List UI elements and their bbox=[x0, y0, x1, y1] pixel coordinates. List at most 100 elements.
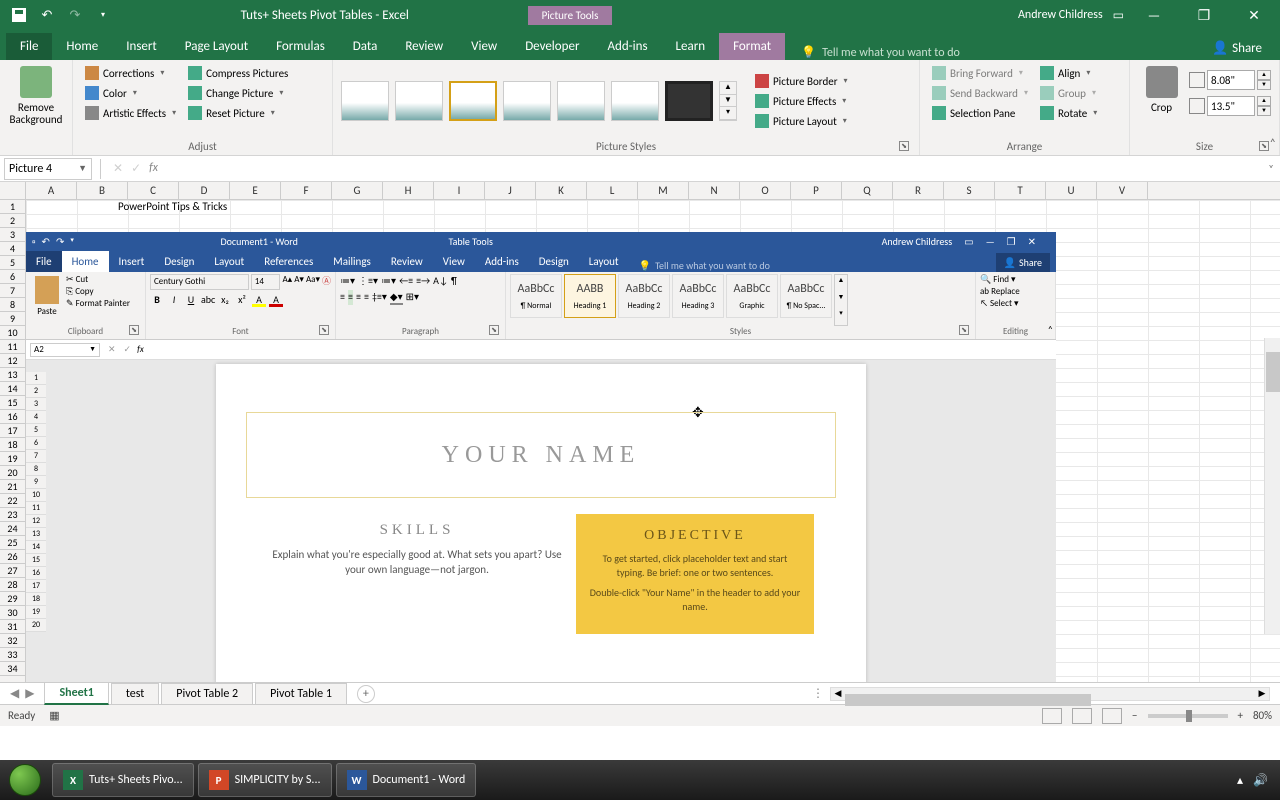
hscroll-right[interactable]: ▶ bbox=[1255, 688, 1269, 699]
sheet-tab-2[interactable]: test bbox=[111, 683, 159, 704]
col-header-N[interactable]: N bbox=[689, 182, 740, 199]
taskbar-item-powerpoint[interactable]: P SIMPLICITY by S... bbox=[198, 763, 332, 797]
tray-expand-icon[interactable]: ▴ bbox=[1237, 773, 1243, 788]
page-layout-view-button[interactable] bbox=[1072, 708, 1092, 724]
qat-customize[interactable]: ▾ bbox=[92, 4, 114, 26]
row-header-27[interactable]: 27 bbox=[0, 564, 25, 578]
save-button[interactable] bbox=[8, 4, 30, 26]
sheet-nav-prev[interactable]: ◀ bbox=[10, 686, 19, 701]
minimize-button[interactable]: — bbox=[1134, 0, 1174, 30]
sheet-tab-1[interactable]: Sheet1 bbox=[44, 682, 108, 705]
volume-icon[interactable]: 🔊 bbox=[1253, 773, 1268, 788]
undo-button[interactable]: ↶ bbox=[36, 4, 58, 26]
tab-insert[interactable]: Insert bbox=[112, 33, 171, 60]
height-input[interactable] bbox=[1207, 70, 1255, 90]
row-header-29[interactable]: 29 bbox=[0, 592, 25, 606]
style-preset-5[interactable] bbox=[557, 81, 605, 121]
col-header-M[interactable]: M bbox=[638, 182, 689, 199]
col-header-L[interactable]: L bbox=[587, 182, 638, 199]
style-preset-2[interactable] bbox=[395, 81, 443, 121]
row-header-30[interactable]: 30 bbox=[0, 606, 25, 620]
tab-review[interactable]: Review bbox=[391, 33, 457, 60]
row-header-7[interactable]: 7 bbox=[0, 284, 25, 298]
col-header-J[interactable]: J bbox=[485, 182, 536, 199]
col-header-G[interactable]: G bbox=[332, 182, 383, 199]
fx-button[interactable]: fx bbox=[149, 161, 158, 176]
size-launcher[interactable]: ⬊ bbox=[1259, 141, 1269, 151]
col-header-T[interactable]: T bbox=[995, 182, 1046, 199]
zoom-out-button[interactable]: − bbox=[1132, 709, 1137, 722]
tab-addins[interactable]: Add-ins bbox=[593, 33, 661, 60]
hscroll-left[interactable]: ◀ bbox=[831, 688, 845, 699]
col-header-I[interactable]: I bbox=[434, 182, 485, 199]
row-header-31[interactable]: 31 bbox=[0, 620, 25, 634]
tab-format[interactable]: Format bbox=[719, 33, 785, 60]
col-header-S[interactable]: S bbox=[944, 182, 995, 199]
style-preset-6[interactable] bbox=[611, 81, 659, 121]
gallery-down[interactable]: ▼ bbox=[720, 95, 736, 108]
tab-formulas[interactable]: Formulas bbox=[262, 33, 339, 60]
height-up[interactable]: ▲ bbox=[1257, 70, 1271, 80]
row-header-12[interactable]: 12 bbox=[0, 354, 25, 368]
style-preset-7[interactable] bbox=[665, 81, 713, 121]
name-box-dropdown-icon[interactable]: ▼ bbox=[78, 163, 87, 174]
sheet-nav-next[interactable]: ▶ bbox=[25, 686, 34, 701]
artistic-effects-button[interactable]: Artistic Effects bbox=[81, 104, 180, 122]
col-header-F[interactable]: F bbox=[281, 182, 332, 199]
restore-button[interactable]: ❐ bbox=[1184, 0, 1224, 30]
row-header-25[interactable]: 25 bbox=[0, 536, 25, 550]
width-up[interactable]: ▲ bbox=[1257, 96, 1271, 106]
row-header-6[interactable]: 6 bbox=[0, 270, 25, 284]
style-preset-4[interactable] bbox=[503, 81, 551, 121]
group-button[interactable]: Group bbox=[1036, 84, 1101, 102]
enter-formula-button[interactable]: ✓ bbox=[131, 161, 141, 176]
col-header-E[interactable]: E bbox=[230, 182, 281, 199]
account-icon[interactable]: ▭ bbox=[1113, 8, 1124, 23]
cancel-formula-button[interactable]: ✕ bbox=[113, 161, 123, 176]
tab-page-layout[interactable]: Page Layout bbox=[171, 33, 262, 60]
crop-button[interactable]: Crop bbox=[1138, 64, 1185, 114]
style-preset-1[interactable] bbox=[341, 81, 389, 121]
redo-button[interactable]: ↷ bbox=[64, 4, 86, 26]
styles-launcher[interactable]: ⬊ bbox=[899, 141, 909, 151]
row-header-16[interactable]: 16 bbox=[0, 410, 25, 424]
row-header-22[interactable]: 22 bbox=[0, 494, 25, 508]
tell-me-search[interactable]: 💡 Tell me what you want to do bbox=[785, 45, 1202, 60]
add-sheet-button[interactable]: + bbox=[357, 685, 375, 703]
row-header-21[interactable]: 21 bbox=[0, 480, 25, 494]
tab-data[interactable]: Data bbox=[339, 33, 392, 60]
share-button[interactable]: 👤 Share bbox=[1202, 37, 1272, 60]
remove-background-button[interactable]: Remove Background bbox=[8, 64, 64, 126]
select-all-corner[interactable] bbox=[0, 182, 26, 199]
cells-area[interactable]: PowerPoint Tips & Tricks ▫ ↶ ↷ ▾ Documen… bbox=[26, 200, 1280, 682]
style-preset-3[interactable] bbox=[449, 81, 497, 121]
zoom-in-button[interactable]: + bbox=[1238, 709, 1243, 722]
row-header-32[interactable]: 32 bbox=[0, 634, 25, 648]
picture-effects-button[interactable]: Picture Effects bbox=[751, 92, 852, 110]
page-break-view-button[interactable] bbox=[1102, 708, 1122, 724]
col-header-H[interactable]: H bbox=[383, 182, 434, 199]
row-header-10[interactable]: 10 bbox=[0, 326, 25, 340]
col-header-A[interactable]: A bbox=[26, 182, 77, 199]
name-box[interactable]: Picture 4 ▼ bbox=[4, 158, 92, 180]
horizontal-scrollbar[interactable]: ◀ ▶ bbox=[830, 687, 1270, 701]
row-header-3[interactable]: 3 bbox=[0, 228, 25, 242]
expand-formula-bar[interactable]: ˅ bbox=[1262, 162, 1280, 175]
row-header-28[interactable]: 28 bbox=[0, 578, 25, 592]
compress-pictures-button[interactable]: Compress Pictures bbox=[184, 64, 292, 82]
sheet-tab-3[interactable]: Pivot Table 2 bbox=[161, 683, 253, 704]
row-header-13[interactable]: 13 bbox=[0, 368, 25, 382]
row-header-4[interactable]: 4 bbox=[0, 242, 25, 256]
gallery-up[interactable]: ▲ bbox=[720, 82, 736, 95]
rotate-button[interactable]: Rotate bbox=[1036, 104, 1101, 122]
picture-border-button[interactable]: Picture Border bbox=[751, 72, 852, 90]
row-header-8[interactable]: 8 bbox=[0, 298, 25, 312]
bring-forward-button[interactable]: Bring Forward bbox=[928, 64, 1032, 82]
close-button[interactable]: ✕ bbox=[1234, 0, 1274, 30]
row-header-26[interactable]: 26 bbox=[0, 550, 25, 564]
tab-learn[interactable]: Learn bbox=[662, 33, 720, 60]
collapse-ribbon[interactable]: ˄ bbox=[1270, 137, 1276, 151]
row-header-11[interactable]: 11 bbox=[0, 340, 25, 354]
taskbar-item-excel[interactable]: X Tuts+ Sheets Pivo... bbox=[52, 763, 194, 797]
picture-layout-button[interactable]: Picture Layout bbox=[751, 112, 852, 130]
